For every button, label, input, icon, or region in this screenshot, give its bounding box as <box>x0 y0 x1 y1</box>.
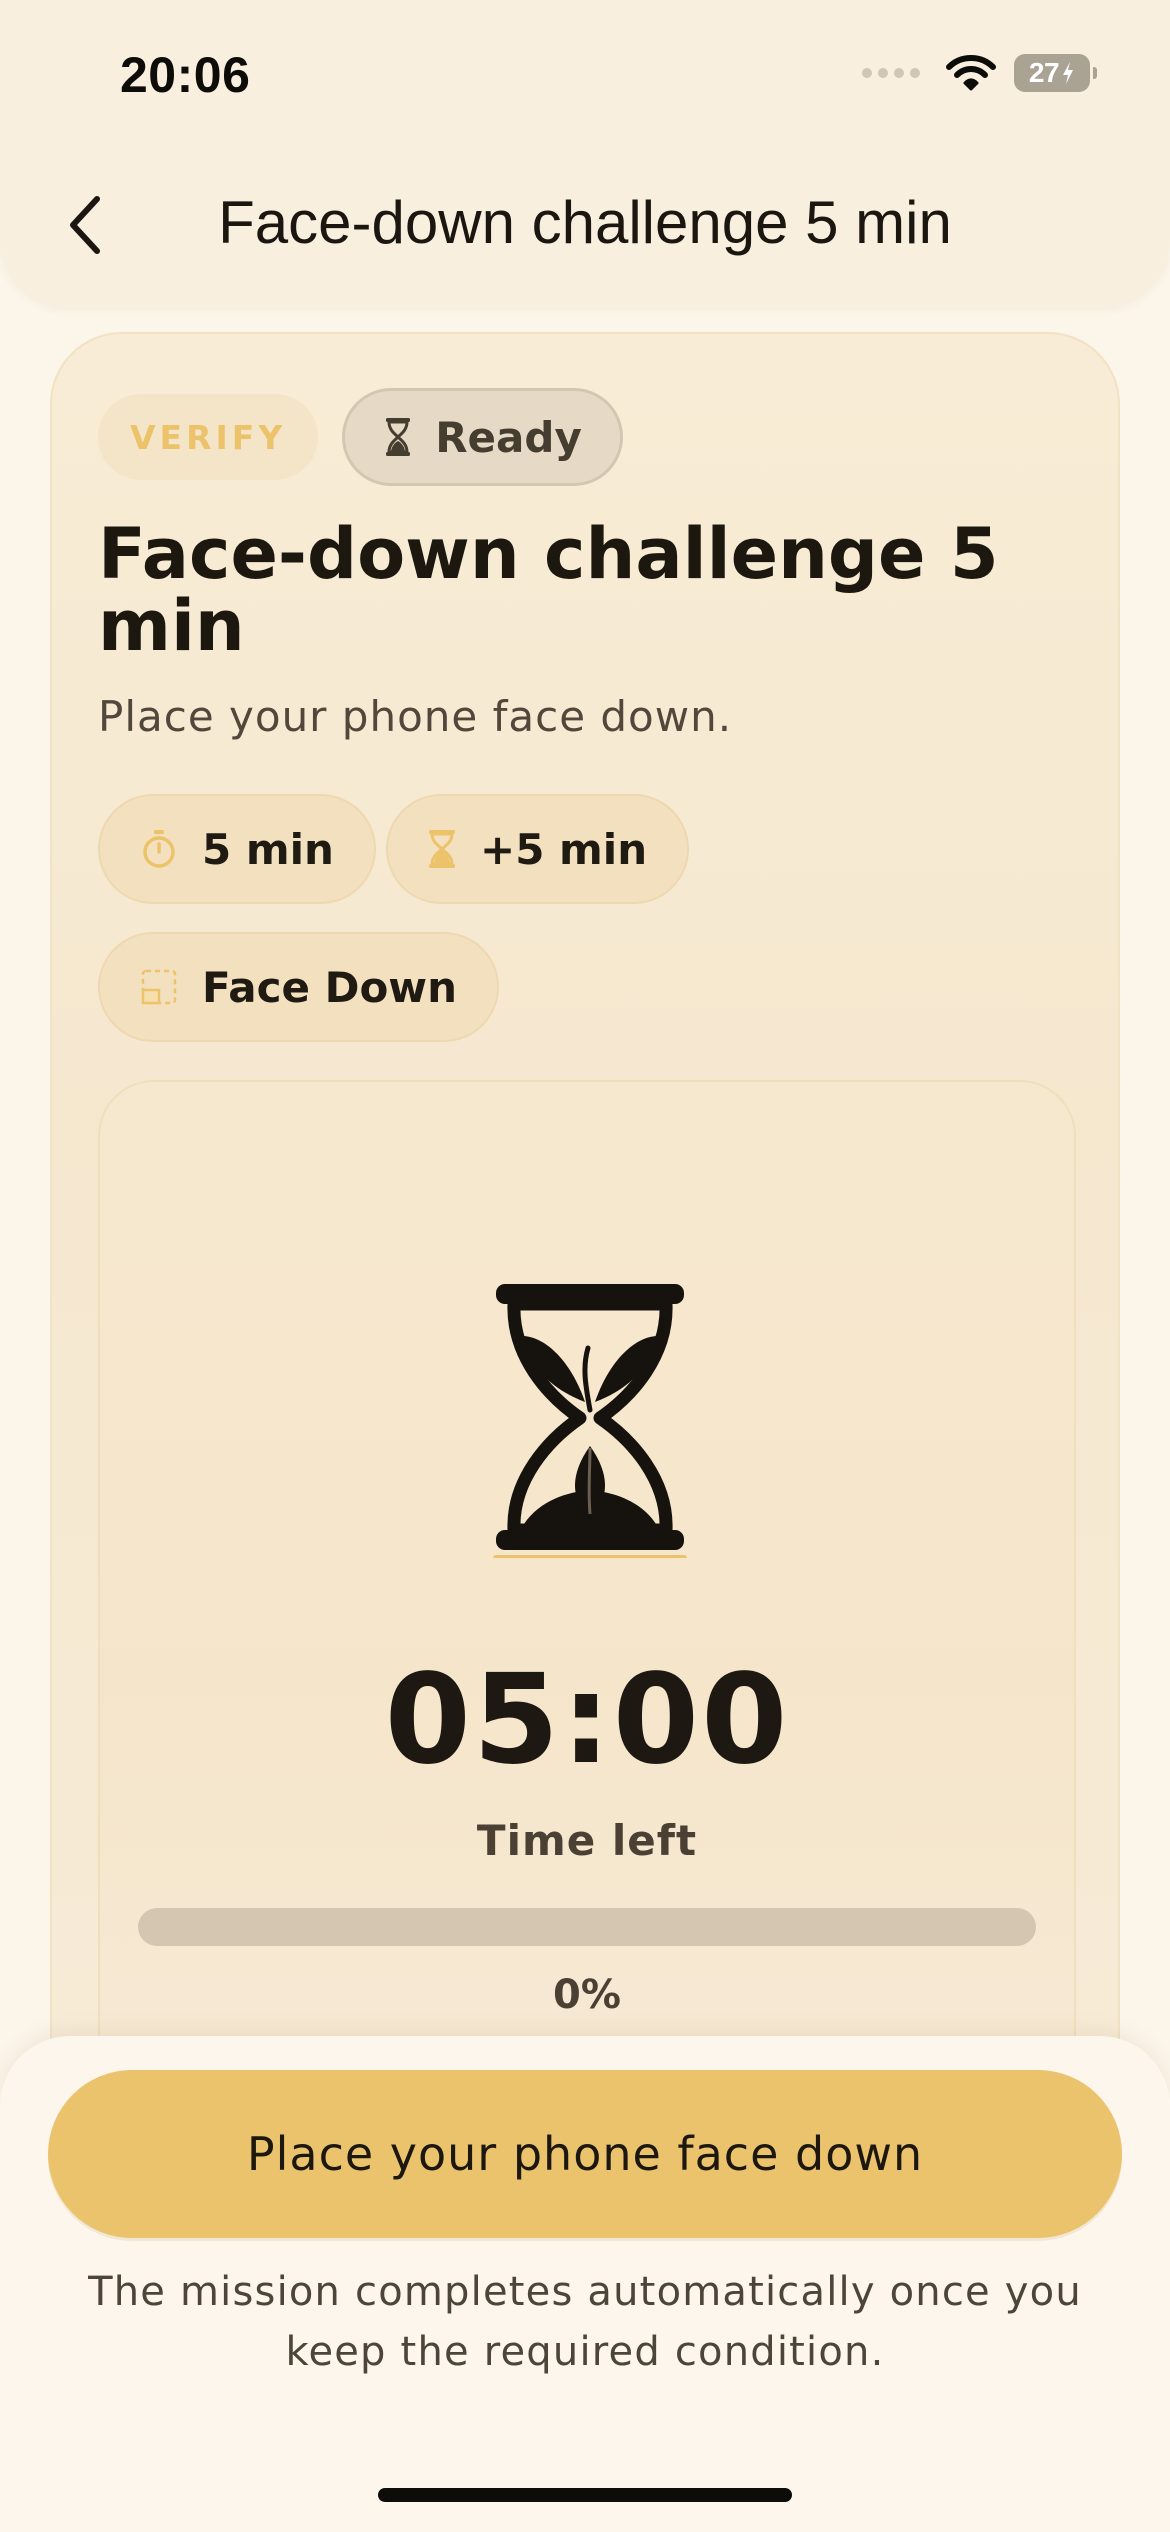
chevron-left-icon <box>70 196 100 254</box>
timer-caption: Time left <box>476 1816 698 1865</box>
completion-hint: The mission completes automatically once… <box>88 2269 1082 2375</box>
hourglass-icon <box>429 830 455 868</box>
bottom-action-sheet: Place your phone face down The mission c… <box>0 2036 1170 2532</box>
mission-subtitle: Place your phone face down. <box>98 692 733 741</box>
place-phone-face-down-button[interactable]: Place your phone face down <box>48 2070 1122 2238</box>
cellular-signal-icon <box>862 68 920 78</box>
mission-card: VERIFY Ready Face-down challenge 5 min P… <box>50 332 1120 2094</box>
mode-chip: Face Down <box>98 932 499 1042</box>
status-time: 20:06 <box>120 47 251 103</box>
duration-label: 5 min <box>202 824 334 874</box>
mode-label: Face Down <box>202 962 457 1012</box>
page-title: Face-down challenge 5 min <box>218 189 952 256</box>
hourglass-sprout-icon <box>493 1284 687 1558</box>
timer-panel: 05:00 Time left 0% <box>98 1080 1076 2094</box>
back-button[interactable] <box>50 180 120 270</box>
battery-level: 27 <box>1028 57 1060 88</box>
timer-countdown: 05:00 <box>384 1648 790 1792</box>
charging-bolt-icon <box>1063 62 1074 84</box>
face-down-icon <box>141 969 177 1005</box>
ready-status-label: Ready <box>435 412 582 462</box>
ready-status-badge: Ready <box>342 388 623 486</box>
status-chip-row: VERIFY Ready <box>98 388 623 486</box>
battery-indicator: 27 <box>1014 54 1097 92</box>
hourglass-icon <box>386 418 411 456</box>
bonus-time-chip: +5 min <box>386 794 690 904</box>
progress-bar <box>138 1908 1036 1946</box>
status-indicators: 27 <box>862 54 1097 92</box>
duration-chip: 5 min <box>98 794 376 904</box>
wifi-icon <box>946 55 996 91</box>
timer-icon <box>143 830 175 868</box>
progress-percentage: 0% <box>553 1972 621 2018</box>
status-bar: 20:06 27 <box>0 0 1170 150</box>
home-indicator[interactable] <box>378 2488 792 2502</box>
bonus-time-label: +5 min <box>480 824 648 874</box>
mission-title: Face-down challenge 5 min <box>98 513 999 667</box>
verify-badge: VERIFY <box>98 394 319 480</box>
